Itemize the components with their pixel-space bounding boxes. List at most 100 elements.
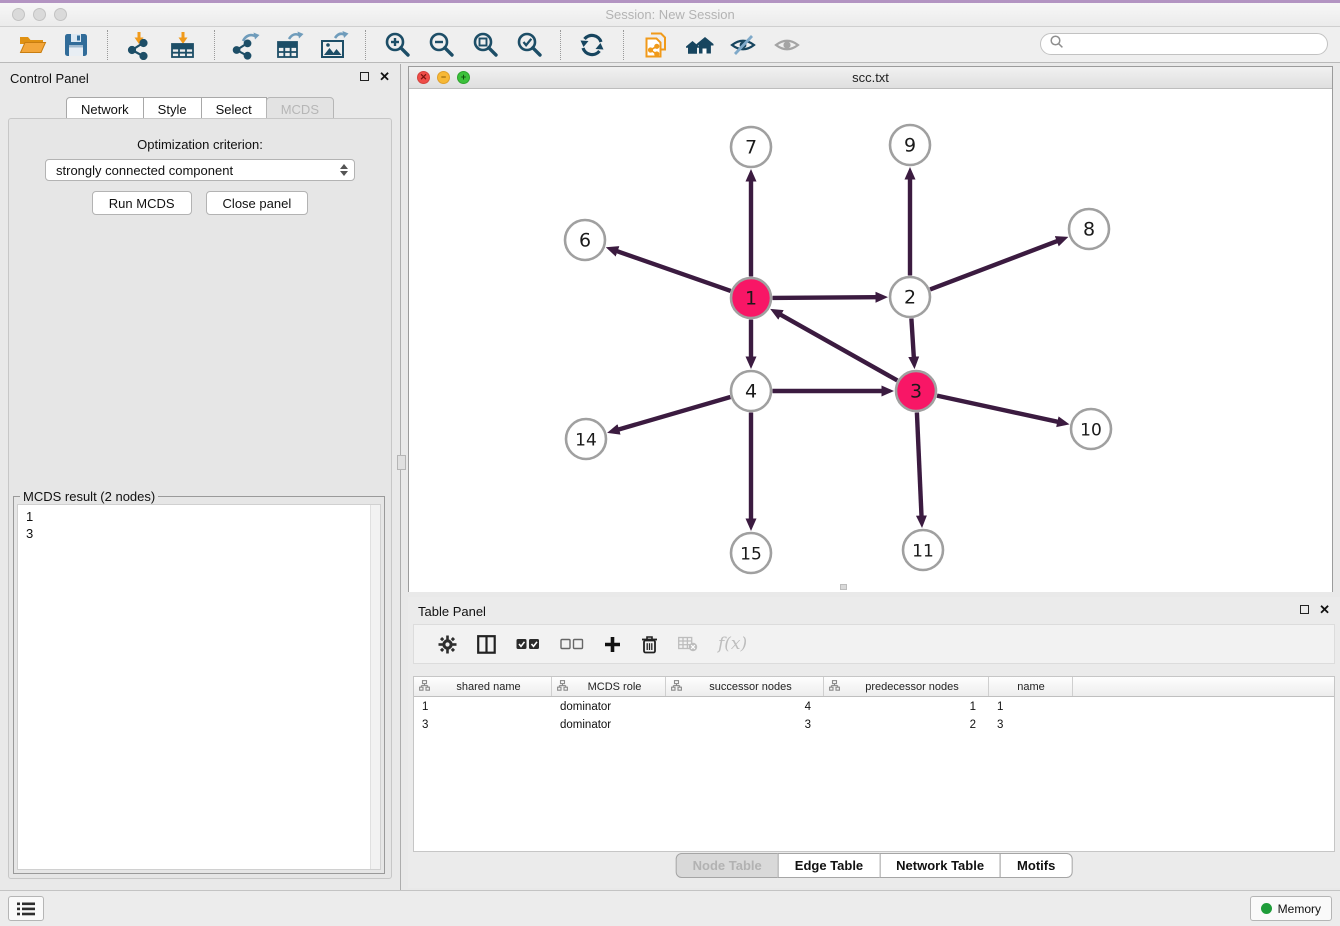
table-options-icon[interactable] (438, 635, 457, 654)
open-session-icon[interactable] (17, 30, 47, 60)
unselect-all-columns-icon[interactable] (560, 638, 584, 650)
graph-node-7[interactable]: 7 (731, 127, 771, 167)
mcds-result-group: MCDS result (2 nodes) 13 (13, 496, 385, 874)
graph-edge-2-8[interactable] (930, 241, 1057, 289)
table-body: 1dominator4113dominator323 (414, 699, 1334, 733)
graph-edge-3-10[interactable] (937, 396, 1058, 422)
optimization-criterion-value: strongly connected component (56, 163, 340, 178)
canvas-resize-dot[interactable] (840, 584, 847, 590)
float-panel-icon[interactable] (360, 72, 369, 81)
column-type-icon (419, 680, 430, 694)
table-row[interactable]: 3dominator323 (414, 717, 1334, 733)
control-panel-header: Control Panel ✕ (0, 64, 400, 92)
network-graph[interactable]: 7 9 6 8 1 2 4 3 14 10 15 11 (409, 89, 1332, 592)
graph-node-4[interactable]: 4 (731, 371, 771, 411)
table-cell[interactable]: 3 (989, 719, 1073, 731)
zoom-selected-icon[interactable] (514, 30, 544, 60)
table-cell[interactable]: 1 (989, 701, 1073, 713)
column-header-successor-nodes[interactable]: successor nodes (666, 677, 824, 696)
table-panel: Table Panel ✕ f(x) shared nameMCDS roles… (408, 597, 1340, 888)
import-network-icon[interactable] (124, 30, 154, 60)
create-column-icon[interactable] (604, 636, 621, 653)
graph-edge-4-14[interactable] (619, 397, 731, 430)
toolbar-separator (214, 30, 215, 60)
task-history-button[interactable] (8, 896, 44, 921)
memory-button[interactable]: Memory (1250, 896, 1332, 921)
hide-selected-icon[interactable] (728, 30, 758, 60)
panel-splitter-handle[interactable] (397, 455, 406, 470)
table-cell[interactable]: dominator (552, 719, 666, 731)
graph-node-label: 1 (745, 288, 757, 310)
optimization-criterion-select[interactable]: strongly connected component (45, 159, 355, 181)
table-row[interactable]: 1dominator411 (414, 699, 1334, 715)
clone-network-icon[interactable] (640, 30, 670, 60)
graph-node-label: 14 (575, 431, 597, 451)
export-image-icon[interactable] (319, 30, 349, 60)
graph-edge-1-2[interactable] (773, 297, 877, 298)
graph-edge-1-6[interactable] (617, 251, 731, 291)
tab-motifs[interactable]: Motifs (1000, 853, 1072, 878)
mcds-result-scrollbar[interactable] (370, 505, 380, 869)
export-network-icon[interactable] (231, 30, 261, 60)
mcds-tab-content: Optimization criterion: strongly connect… (8, 118, 392, 879)
graph-edge-2-3[interactable] (911, 319, 913, 358)
column-header-predecessor-nodes[interactable]: predecessor nodes (824, 677, 989, 696)
tab-network-table[interactable]: Network Table (879, 853, 1001, 878)
graph-node-3[interactable]: 3 (896, 371, 936, 411)
node-table: shared nameMCDS rolesuccessor nodesprede… (413, 676, 1335, 852)
graph-node-15[interactable]: 15 (731, 533, 771, 573)
graph-node-9[interactable]: 9 (890, 125, 930, 165)
graph-node-label: 4 (745, 381, 757, 403)
column-header-name[interactable]: name (989, 677, 1073, 696)
tab-edge-table[interactable]: Edge Table (778, 853, 880, 878)
column-type-icon (671, 680, 682, 694)
close-panel-icon[interactable]: ✕ (379, 72, 390, 81)
table-cell[interactable]: 4 (666, 701, 824, 713)
graph-edge-3-11[interactable] (917, 413, 922, 517)
float-table-panel-icon[interactable] (1300, 605, 1309, 614)
table-cell[interactable]: 3 (666, 719, 824, 731)
table-cell[interactable]: 1 (824, 701, 989, 713)
zoom-fit-icon[interactable] (470, 30, 500, 60)
close-panel-button[interactable]: Close panel (206, 191, 309, 215)
table-cell[interactable]: 1 (414, 701, 552, 713)
table-cell[interactable]: dominator (552, 701, 666, 713)
network-canvas[interactable]: 7 9 6 8 1 2 4 3 14 10 15 11 (409, 89, 1332, 592)
table-cell[interactable]: 2 (824, 719, 989, 731)
import-table-icon[interactable] (168, 30, 198, 60)
tab-node-table[interactable]: Node Table (676, 853, 779, 878)
column-type-icon (557, 680, 568, 694)
column-header-label: shared name (430, 681, 551, 693)
graph-node-6[interactable]: 6 (565, 220, 605, 260)
table-toolbar: f(x) (413, 624, 1335, 664)
first-neighbors-icon[interactable] (684, 30, 714, 60)
save-session-icon[interactable] (61, 30, 91, 60)
column-header-shared-name[interactable]: shared name (414, 677, 552, 696)
mcds-result-area[interactable]: 13 (17, 504, 381, 870)
graph-node-label: 7 (745, 137, 757, 159)
network-window-title: scc.txt (409, 70, 1332, 85)
select-all-columns-icon[interactable] (516, 638, 540, 650)
graph-edge-3-1[interactable] (781, 315, 898, 381)
zoom-out-icon[interactable] (426, 30, 456, 60)
export-table-icon[interactable] (275, 30, 305, 60)
run-mcds-button[interactable]: Run MCDS (92, 191, 192, 215)
close-table-panel-icon[interactable]: ✕ (1319, 605, 1330, 614)
mcds-result-title: MCDS result (2 nodes) (20, 489, 158, 504)
column-header-MCDS-role[interactable]: MCDS role (552, 677, 666, 696)
graph-node-8[interactable]: 8 (1069, 209, 1109, 249)
search-field[interactable] (1040, 33, 1328, 55)
graph-node-10[interactable]: 10 (1071, 409, 1111, 449)
graph-node-1[interactable]: 1 (731, 278, 771, 318)
search-input[interactable] (1069, 36, 1327, 52)
graph-node-14[interactable]: 14 (566, 419, 606, 459)
graph-node-2[interactable]: 2 (890, 277, 930, 317)
graph-node-label: 8 (1083, 219, 1095, 241)
graph-node-11[interactable]: 11 (903, 530, 943, 570)
fx-icon: f(x) (718, 634, 747, 654)
zoom-in-icon[interactable] (382, 30, 412, 60)
table-cell[interactable]: 3 (414, 719, 552, 731)
delete-columns-icon[interactable] (641, 635, 658, 654)
apply-preferred-layout-icon[interactable] (577, 30, 607, 60)
show-columns-icon[interactable] (477, 635, 496, 654)
